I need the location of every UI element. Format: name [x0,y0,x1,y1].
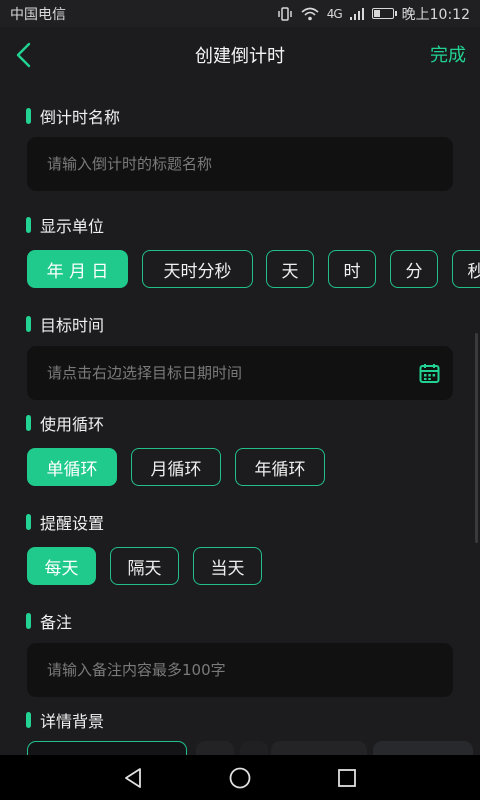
note-input[interactable] [47,661,387,679]
loop-option-single[interactable]: 单循环 [27,448,117,486]
unit-option-hour[interactable]: 时 [328,250,376,288]
accent-bar [26,316,31,332]
accent-bar [26,514,31,530]
background-option[interactable] [240,741,268,755]
loop-label-text: 使用循环 [40,415,105,434]
form-content[interactable]: 倒计时名称 显示单位 年 月 日 天时分秒 天 时 分 秒 目标时间 [0,83,480,755]
system-nav-bar [0,755,480,800]
target-time-input[interactable] [47,364,387,382]
reminder-section-label: 提醒设置 [26,511,104,533]
target-time-label-text: 目标时间 [40,316,105,335]
battery-icon [371,8,397,19]
target-time-field-box[interactable] [27,346,453,400]
background-option[interactable] [196,741,234,755]
name-field-box[interactable] [27,137,453,191]
accent-bar [26,108,31,124]
name-section-label: 倒计时名称 [26,105,120,127]
wifi-icon [301,7,319,20]
unit-option-dhms[interactable]: 天时分秒 [142,250,253,288]
nav-bar: 创建倒计时 完成 [0,27,480,83]
background-option[interactable] [271,741,367,755]
background-option-selected[interactable] [27,741,187,755]
square-recent-icon[interactable] [335,766,359,790]
reminder-label-text: 提醒设置 [40,514,105,533]
back-button[interactable] [10,39,40,71]
background-option[interactable] [373,741,473,755]
triangle-back-icon[interactable] [121,766,145,790]
name-label-text: 倒计时名称 [40,108,121,127]
carrier-label: 中国电信 [10,6,66,23]
unit-option-second[interactable]: 秒 [452,250,480,288]
status-icons: 4G 晚上10:12 [277,4,470,24]
scrollbar[interactable] [475,333,478,543]
note-label-text: 备注 [40,613,73,632]
name-input[interactable] [47,155,387,173]
circle-home-icon[interactable] [228,766,252,790]
note-field-box[interactable] [27,643,453,697]
signal-icon [349,7,364,20]
calendar-icon[interactable] [419,363,440,384]
background-section-label: 详情背景 [26,709,104,731]
accent-bar [26,415,31,431]
loop-section-label: 使用循环 [26,412,104,434]
chevron-left-icon [16,42,31,68]
unit-label-text: 显示单位 [40,217,105,236]
note-section-label: 备注 [26,610,72,632]
status-bar: 中国电信 4G 晚上10:12 [0,0,480,27]
target-time-section-label: 目标时间 [26,313,104,335]
vibrate-icon [277,6,292,21]
loop-option-monthly[interactable]: 月循环 [131,448,221,486]
clock-label: 晚上10:12 [401,6,470,23]
unit-option-day[interactable]: 天 [266,250,314,288]
unit-option-ymd[interactable]: 年 月 日 [27,250,128,288]
background-label-text: 详情背景 [40,712,105,731]
network-type-label: 4G [326,6,343,21]
reminder-option-same-day[interactable]: 当天 [193,547,262,585]
page-title: 创建倒计时 [195,46,285,67]
accent-bar [26,613,31,629]
unit-option-minute[interactable]: 分 [390,250,438,288]
accent-bar [26,217,31,233]
done-button[interactable]: 完成 [430,41,466,67]
reminder-option-every-other-day[interactable]: 隔天 [110,547,179,585]
reminder-option-daily[interactable]: 每天 [27,547,96,585]
accent-bar [26,712,31,728]
unit-section-label: 显示单位 [26,214,104,236]
loop-option-yearly[interactable]: 年循环 [235,448,325,486]
